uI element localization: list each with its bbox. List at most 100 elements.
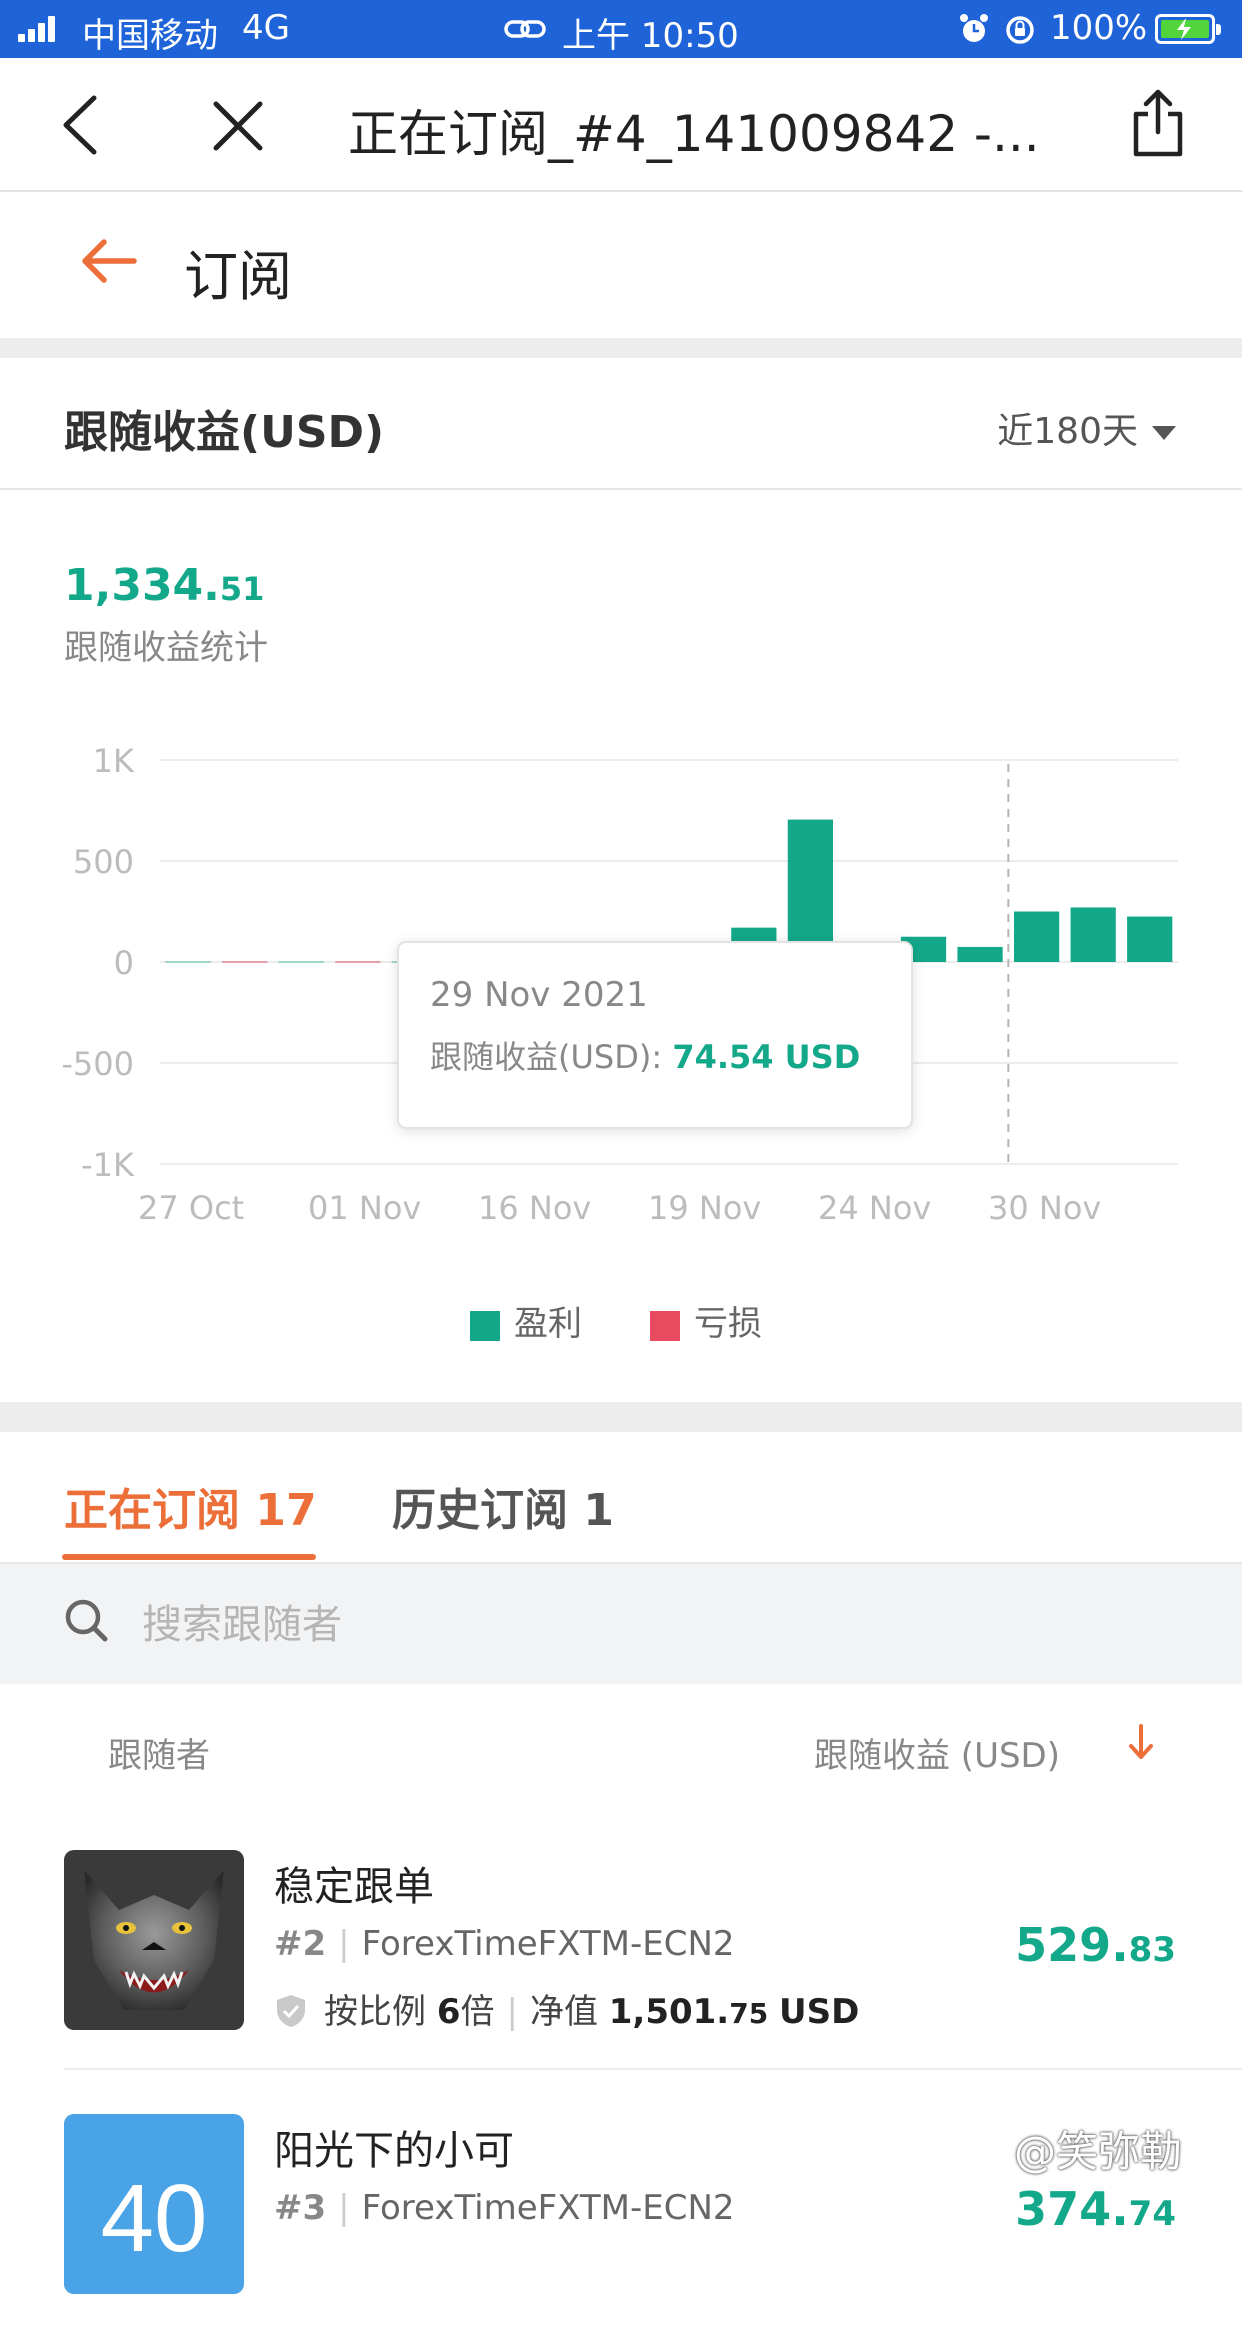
battery-icon — [1155, 14, 1215, 44]
x-tick-label: 19 Nov — [648, 1189, 761, 1227]
follower-profit-dec: 74 — [1128, 2194, 1176, 2234]
chart-bar[interactable] — [957, 946, 1003, 962]
legend-item-profit[interactable]: 盈利 — [470, 1296, 582, 1345]
tab-active-count: 17 — [255, 1485, 317, 1536]
alarm-icon — [960, 14, 988, 42]
network-type: 4G — [242, 8, 290, 48]
back-arrow-icon[interactable] — [80, 236, 138, 286]
col-header-profit[interactable]: 跟随收益 (USD) — [814, 1728, 1060, 1777]
chart-bar[interactable] — [787, 819, 834, 962]
tab-underline — [62, 1554, 316, 1560]
battery-nub — [1216, 24, 1221, 35]
follower-profit: 374.74 — [1015, 2182, 1176, 2236]
follower-account: #2 | ForexTimeFXTM-ECN2 — [274, 1924, 735, 1964]
avatar — [64, 1850, 244, 2030]
follower-profit-int: 374. — [1015, 2182, 1129, 2236]
list-header: 跟随者 跟随收益 (USD) — [0, 1686, 1242, 1806]
ratio-value: 6 — [436, 1992, 461, 2032]
equity-unit: USD — [779, 1992, 860, 2032]
y-tick-label: 500 — [73, 843, 134, 881]
signal-icon — [18, 16, 58, 42]
chart-tooltip: 29 Nov 2021 跟随收益(USD): 74.54 USD — [397, 941, 913, 1129]
y-tick-label: -1K — [81, 1146, 135, 1184]
chart-bar[interactable] — [1070, 907, 1116, 962]
ratio-label: 按比例 — [324, 1992, 426, 2032]
profit-card-header: 跟随收益(USD) 近180天 — [0, 358, 1242, 490]
list-item[interactable]: 稳定跟单 #2 | ForexTimeFXTM-ECN2 按比例 6倍 | 净值 1,5… — [0, 1806, 1242, 2070]
total-profit: 1,334.51 — [64, 560, 264, 611]
x-tick-label: 24 Nov — [818, 1189, 931, 1227]
col-header-follower: 跟随者 — [108, 1736, 210, 1776]
battery-percent: 100% — [1050, 8, 1148, 48]
x-tick-label: 30 Nov — [988, 1189, 1101, 1227]
status-bar: 中国移动 4G 上午 10:50 100% — [0, 0, 1242, 58]
chart-bar[interactable] — [1127, 916, 1173, 962]
legend-label-loss: 亏损 — [694, 1304, 762, 1344]
follower-name: 稳定跟单 — [274, 1864, 434, 1910]
y-tick-label: 0 — [114, 944, 134, 982]
chart-bar[interactable] — [335, 961, 381, 963]
browser-nav-bar: 正在订阅_#4_141009842 -... — [0, 58, 1242, 192]
clock-time: 上午 10:50 — [562, 16, 739, 56]
follower-server: ForexTimeFXTM-ECN2 — [361, 1924, 735, 1964]
carrier-name: 中国移动 — [82, 16, 218, 56]
watermark: @笑弥勒 — [1014, 2127, 1183, 2176]
legend-swatch-profit — [470, 1310, 500, 1341]
caret-down-icon — [1152, 426, 1176, 440]
chart-bar[interactable] — [165, 961, 211, 963]
chart-bar[interactable] — [278, 961, 325, 963]
tab-active-subscriptions[interactable]: 正在订阅 17 — [64, 1474, 317, 1538]
profit-bar-chart[interactable]: 1K 500 0 -500 -1K 27 Oct 01 Nov 16 Nov 19 Nov 24… — [0, 700, 1242, 1260]
equity-label: 净值 — [529, 1992, 598, 2032]
sort-down-icon[interactable] — [1126, 1722, 1156, 1762]
tooltip-date: 29 Nov 2021 — [430, 975, 648, 1015]
legend-item-loss[interactable]: 亏损 — [650, 1296, 762, 1345]
section-divider — [0, 1402, 1242, 1432]
tab-history-count: 1 — [583, 1485, 614, 1536]
legend-label-profit: 盈利 — [514, 1304, 582, 1344]
back-chevron-icon[interactable] — [56, 92, 106, 158]
tab-history-label: 历史订阅 — [392, 1485, 568, 1536]
x-tick-label: 01 Nov — [308, 1189, 421, 1227]
search-input[interactable] — [140, 1592, 1144, 1658]
equity-dec: 75 — [729, 1997, 769, 2030]
follower-profit-int: 529. — [1015, 1918, 1129, 1972]
total-profit-label: 跟随收益统计 — [64, 628, 268, 668]
total-profit-int: 1,334. — [64, 560, 220, 611]
wolf-avatar-icon — [64, 1850, 244, 2030]
subscription-tabs: 正在订阅 17 历史订阅 1 — [0, 1432, 1242, 1564]
chart-bar[interactable] — [222, 961, 268, 963]
section-divider — [0, 338, 1242, 358]
follower-account: #3 | ForexTimeFXTM-ECN2 — [274, 2188, 735, 2228]
page-header: 订阅 — [0, 192, 1242, 338]
rotation-lock-icon — [1006, 16, 1034, 44]
total-profit-dec: 51 — [219, 570, 265, 608]
follower-server: ForexTimeFXTM-ECN2 — [361, 2188, 735, 2228]
period-label: 近180天 — [997, 411, 1138, 452]
tooltip-label: 跟随收益(USD): — [430, 1038, 672, 1076]
close-icon[interactable] — [210, 98, 266, 154]
share-icon[interactable] — [1128, 88, 1188, 160]
tab-history-subscriptions[interactable]: 历史订阅 1 — [392, 1474, 614, 1538]
list-item[interactable]: 40 阳光下的小可 #3 | ForexTimeFXTM-ECN2 374.74 — [0, 2070, 1242, 2334]
y-tick-label: 1K — [93, 742, 135, 780]
legend-swatch-loss — [650, 1310, 680, 1341]
follower-profit-dec: 83 — [1128, 1930, 1176, 1970]
tab-active-label: 正在订阅 — [64, 1485, 240, 1536]
tooltip-value: 74.54 USD — [672, 1038, 860, 1076]
follower-name: 阳光下的小可 — [274, 2128, 514, 2174]
chart-bar[interactable] — [1013, 911, 1060, 963]
equity-int: 1,501. — [608, 1992, 730, 2032]
period-selector[interactable]: 近180天 — [997, 402, 1176, 454]
page-title: 订阅 — [184, 245, 292, 308]
search-icon — [65, 1599, 108, 1642]
y-tick-label: -500 — [61, 1045, 134, 1083]
avatar: 40 — [64, 2114, 244, 2294]
link-icon — [504, 20, 546, 38]
search-bar — [0, 1564, 1242, 1684]
card-title: 跟随收益(USD) — [64, 407, 385, 458]
follower-rank: #2 — [274, 1924, 327, 1964]
follower-meta: 按比例 6倍 | 净值 1,501.75 USD — [274, 1984, 859, 2033]
avatar-text: 40 — [100, 2165, 208, 2272]
x-tick-label: 27 Oct — [138, 1189, 244, 1227]
